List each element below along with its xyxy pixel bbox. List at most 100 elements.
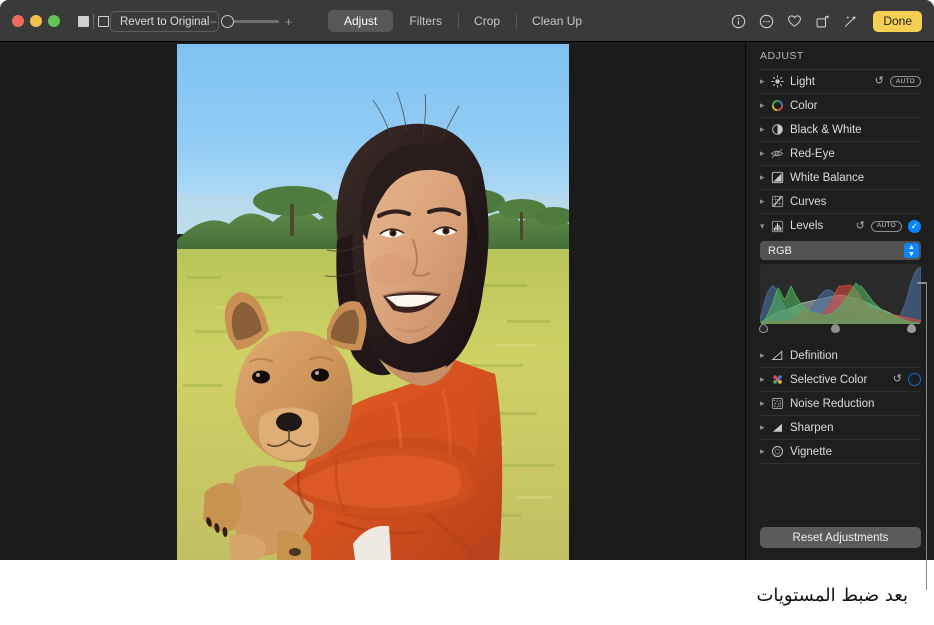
chevron-right-icon[interactable]: ▸ bbox=[760, 124, 770, 135]
zoom-slider-knob[interactable] bbox=[221, 15, 234, 28]
adjustment-row-selective-color[interactable]: ▸ Selective Color ↺ bbox=[760, 368, 921, 392]
chevron-right-icon[interactable]: ▸ bbox=[760, 100, 770, 111]
levels-panel: RGB ▲▼ bbox=[760, 241, 921, 336]
zoom-out-icon[interactable]: − bbox=[210, 16, 217, 28]
row-controls: ↺ AUTO ✓ bbox=[856, 220, 921, 233]
auto-badge[interactable]: AUTO bbox=[871, 221, 902, 232]
zoom-slider[interactable]: − + bbox=[210, 11, 292, 32]
chevron-down-icon[interactable]: ▾ bbox=[760, 221, 770, 232]
chevron-right-icon[interactable]: ▸ bbox=[760, 196, 770, 207]
reset-adjustments-button[interactable]: Reset Adjustments bbox=[760, 527, 921, 548]
photos-editor-window: Revert to Original − + Adjust Filters Cr… bbox=[0, 0, 934, 560]
adjustment-row-sharpen[interactable]: ▸ Sharpen bbox=[760, 416, 921, 440]
chevron-right-icon[interactable]: ▸ bbox=[760, 398, 770, 409]
adjustment-row-white-balance[interactable]: ▸ White Balance bbox=[760, 166, 921, 190]
chevron-right-icon[interactable]: ▸ bbox=[760, 76, 770, 87]
minimize-button[interactable] bbox=[30, 15, 42, 27]
figure-caption: بعد ضبط المستويات bbox=[756, 585, 908, 606]
revert-icon[interactable]: ↺ bbox=[856, 221, 865, 232]
chevron-right-icon[interactable]: ▸ bbox=[760, 350, 770, 361]
revert-icon[interactable]: ↺ bbox=[893, 374, 902, 385]
adjustment-row-color[interactable]: ▸ Color bbox=[760, 94, 921, 118]
edit-mode-tabs: Adjust Filters Crop Clean Up bbox=[328, 10, 598, 32]
split-view-icon[interactable] bbox=[98, 16, 109, 27]
tab-filters[interactable]: Filters bbox=[393, 10, 458, 32]
chevron-right-icon[interactable]: ▸ bbox=[760, 446, 770, 457]
auto-badge[interactable]: AUTO bbox=[890, 76, 921, 87]
levels-sliders bbox=[760, 324, 921, 336]
selective-color-icon bbox=[770, 373, 784, 387]
rotate-icon[interactable] bbox=[815, 14, 830, 29]
chevron-right-icon[interactable]: ▸ bbox=[760, 422, 770, 433]
adjustment-label: Selective Color bbox=[790, 374, 867, 386]
adjustment-label: Light bbox=[790, 76, 815, 88]
adjustment-label: Red-Eye bbox=[790, 148, 835, 160]
done-button[interactable]: Done bbox=[873, 11, 922, 32]
enhance-icon[interactable] bbox=[843, 14, 858, 29]
white-balance-icon bbox=[770, 171, 784, 185]
adjustment-label: Curves bbox=[790, 196, 826, 208]
adjustment-label: Vignette bbox=[790, 446, 832, 458]
adjustment-row-noise-reduction[interactable]: ▸ Noise Reduction bbox=[760, 392, 921, 416]
adjustment-row-curves[interactable]: ▸ Curves bbox=[760, 190, 921, 214]
levels-histogram[interactable] bbox=[760, 264, 921, 324]
adjustment-row-light[interactable]: ▸ Light ↺ AUTO bbox=[760, 70, 921, 94]
adjustment-row-vignette[interactable]: ▸ Vignette bbox=[760, 440, 921, 464]
favorite-icon[interactable] bbox=[787, 14, 802, 28]
sharpen-icon bbox=[770, 421, 784, 435]
adjustment-row-red-eye[interactable]: ▸ Red-Eye bbox=[760, 142, 921, 166]
chevron-right-icon[interactable]: ▸ bbox=[760, 374, 770, 385]
adjustment-row-definition[interactable]: ▸ Definition bbox=[760, 344, 921, 368]
tab-crop[interactable]: Crop bbox=[458, 10, 516, 32]
panel-title: ADJUST bbox=[760, 50, 804, 62]
noise-reduction-icon bbox=[770, 397, 784, 411]
info-icon[interactable] bbox=[731, 14, 746, 29]
zoom-slider-track[interactable] bbox=[223, 20, 279, 23]
row-controls: ↺ AUTO bbox=[875, 76, 921, 87]
callout-line bbox=[926, 282, 928, 590]
chevron-right-icon[interactable]: ▸ bbox=[760, 148, 770, 159]
light-icon bbox=[770, 75, 784, 89]
more-options-icon[interactable] bbox=[759, 14, 774, 29]
chevron-right-icon[interactable]: ▸ bbox=[760, 172, 770, 183]
adjustment-row-levels[interactable]: ▾ Levels ↺ bbox=[760, 214, 921, 238]
tab-adjust[interactable]: Adjust bbox=[328, 10, 393, 32]
toolbar-actions: Done bbox=[731, 10, 922, 32]
zoom-button[interactable] bbox=[48, 15, 60, 27]
black-white-icon bbox=[770, 123, 784, 137]
levels-channel-popup[interactable]: RGB ▲▼ bbox=[760, 241, 921, 260]
levels-channel-value: RGB bbox=[768, 245, 792, 257]
vignette-icon bbox=[770, 445, 784, 459]
chevron-up-down-icon[interactable]: ▲▼ bbox=[904, 243, 919, 258]
color-wheel-icon bbox=[770, 99, 784, 113]
enable-checkbox-on[interactable]: ✓ bbox=[908, 220, 921, 233]
black-point-handle[interactable] bbox=[759, 324, 768, 335]
edited-photo[interactable] bbox=[177, 44, 569, 560]
close-button[interactable] bbox=[12, 15, 24, 27]
single-view-icon[interactable] bbox=[78, 16, 89, 27]
revert-to-original-button[interactable]: Revert to Original bbox=[110, 11, 219, 32]
zoom-in-icon[interactable]: + bbox=[285, 16, 292, 28]
adjustment-label: Noise Reduction bbox=[790, 398, 874, 410]
mid-point-handle[interactable] bbox=[831, 324, 840, 335]
callout-leader-line bbox=[916, 282, 934, 590]
curves-icon bbox=[770, 195, 784, 209]
adjustment-label: Sharpen bbox=[790, 422, 833, 434]
photo-canvas[interactable] bbox=[0, 42, 745, 560]
divider bbox=[93, 14, 94, 29]
red-eye-icon bbox=[770, 147, 784, 161]
adjust-inspector-panel: ADJUST ▸ Light bbox=[745, 42, 934, 560]
adjustment-label: Color bbox=[790, 100, 817, 112]
definition-icon bbox=[770, 349, 784, 363]
tab-clean-up[interactable]: Clean Up bbox=[516, 10, 598, 32]
adjustment-label: Levels bbox=[790, 220, 823, 232]
toolbar: Revert to Original − + Adjust Filters Cr… bbox=[0, 0, 934, 42]
revert-icon[interactable]: ↺ bbox=[875, 76, 884, 87]
adjustment-label: Definition bbox=[790, 350, 838, 362]
adjustment-label: Black & White bbox=[790, 124, 862, 136]
white-point-handle[interactable] bbox=[907, 324, 916, 335]
adjustment-row-black-white[interactable]: ▸ Black & White bbox=[760, 118, 921, 142]
adjustments-list: ▸ Light ↺ AUTO bbox=[746, 70, 934, 464]
view-mode-toggle[interactable] bbox=[78, 13, 109, 29]
levels-icon bbox=[770, 219, 784, 233]
